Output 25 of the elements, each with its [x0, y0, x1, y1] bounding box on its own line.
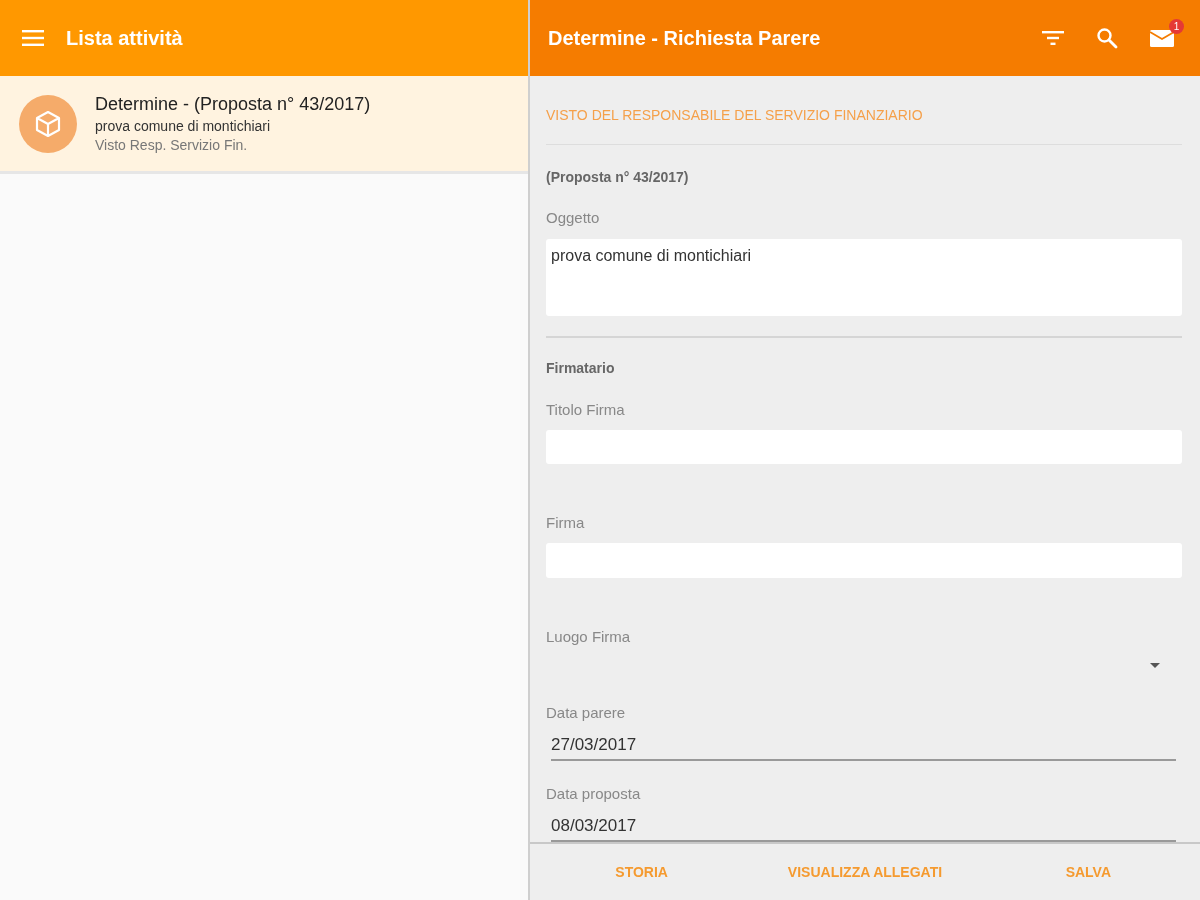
dropdown-caret-icon	[1150, 662, 1160, 668]
notification-badge: 1	[1169, 19, 1184, 34]
field-label: Data proposta	[546, 785, 641, 802]
item-status: Visto Resp. Servizio Fin.	[95, 137, 249, 153]
field-label: Oggetto	[546, 209, 600, 226]
detail-title: Determine - Richiesta Parere	[548, 26, 821, 50]
search-icon[interactable]	[1096, 27, 1118, 49]
item-subtitle: prova comune di montichiari	[95, 118, 272, 134]
field-label: Firma	[546, 514, 585, 532]
group-title: Firmatario	[546, 359, 615, 376]
field-label: Titolo Firma	[546, 400, 625, 418]
envelope-icon[interactable]	[1150, 28, 1176, 48]
pane-title: Lista attività	[66, 26, 183, 50]
field-label: Data parere	[546, 704, 626, 721]
task-list-item[interactable]: Determine - (Proposta n° 43/2017) prova comune di montichiari Visto Resp. Servizio Fin.	[0, 76, 528, 174]
field-label: Luogo Firma	[546, 627, 631, 645]
reference-text: (Proposta n° 43/2017)	[546, 169, 689, 185]
item-title: Determine - (Proposta n° 43/2017)	[95, 94, 371, 115]
date-field[interactable]: 27/03/2017	[551, 735, 1176, 761]
filter-icon[interactable]	[1042, 31, 1064, 45]
menu-icon[interactable]	[22, 30, 44, 46]
cube-icon	[19, 94, 77, 153]
text-area[interactable]: prova comune di montichiari	[546, 239, 1182, 316]
section-title: VISTO DEL RESPONSABILE DEL SERVIZIO FINANZIARIO	[546, 107, 923, 123]
date-field[interactable]: 08/03/2017	[551, 816, 1176, 842]
